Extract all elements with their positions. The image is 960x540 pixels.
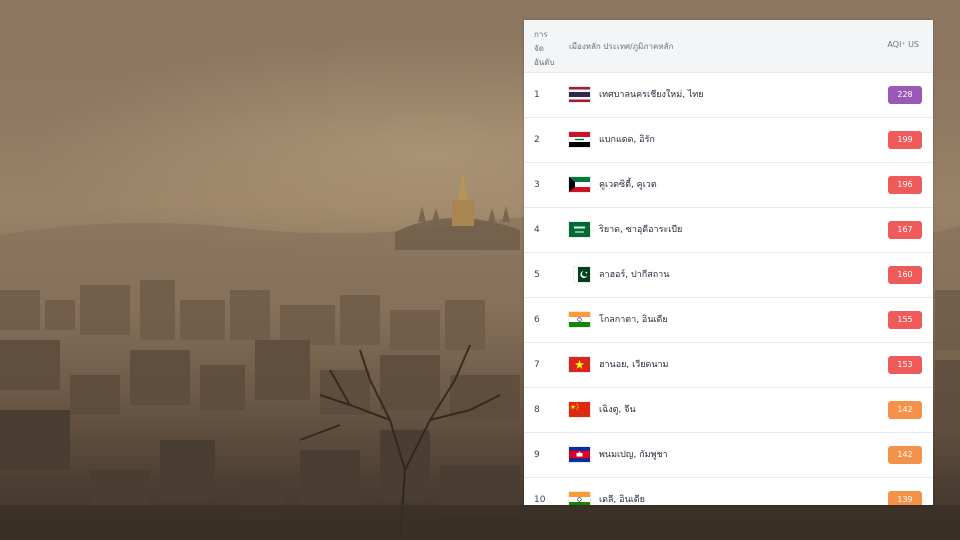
table-row[interactable]: 7 ฮานอย, เวียดนาม 153 <box>524 343 933 388</box>
table-row[interactable]: 3 คูเวตซิตี้, คูเวต 196 <box>524 163 933 208</box>
pakistan-flag-icon <box>574 267 590 282</box>
table-row[interactable]: 2 แบกแดด, อิรัก 199 <box>524 118 933 163</box>
city-link[interactable]: คูเวตซิตี้, คูเวต <box>599 163 657 207</box>
table-row[interactable]: 10 เดลี, อินเดีย 139 <box>524 478 933 505</box>
aqi-badge: 199 <box>888 131 922 149</box>
rank-number: 8 <box>534 405 540 415</box>
city-link[interactable]: ฮานอย, เวียดนาม <box>599 343 669 387</box>
aqi-badge: 155 <box>888 311 922 329</box>
city-link[interactable]: เดลี, อินเดีย <box>599 478 645 505</box>
table-row[interactable]: 8 เฉิงตู, จีน 142 <box>524 388 933 433</box>
city-link[interactable]: ลาฮอร์, ปากีสถาน <box>599 253 669 297</box>
rank-number: 1 <box>534 90 540 100</box>
kuwait-flag-icon <box>569 177 590 192</box>
aqi-badge: 153 <box>888 356 922 374</box>
table-header: การ จัด อันดับ เมืองหลัก ประเทศ/ภูมิภาคห… <box>524 20 933 73</box>
china-flag-icon <box>569 402 590 417</box>
rank-number: 4 <box>534 225 540 235</box>
aqi-badge: 228 <box>888 86 922 104</box>
table-row[interactable]: 9 พนมเปญ, กัมพูชา 142 <box>524 433 933 478</box>
rank-column-header[interactable]: การ จัด อันดับ <box>534 28 568 70</box>
aqi-badge: 160 <box>888 266 922 284</box>
rank-number: 5 <box>534 270 540 280</box>
rank-number: 2 <box>534 135 540 145</box>
india-flag-icon <box>569 492 590 505</box>
rank-number: 3 <box>534 180 540 190</box>
india-flag-icon <box>569 312 590 327</box>
aqi-badge: 142 <box>888 401 922 419</box>
city-link[interactable]: เฉิงตู, จีน <box>599 388 636 432</box>
table-row[interactable]: 5 ลาฮอร์, ปากีสถาน 160 <box>524 253 933 298</box>
city-column-header[interactable]: เมืองหลัก ประเทศ/ภูมิภาคหลัก <box>569 40 673 53</box>
city-link[interactable]: แบกแดด, อิรัก <box>599 118 655 162</box>
rank-number: 9 <box>534 450 540 460</box>
city-link[interactable]: ริยาด, ซาอุดีอาระเบีย <box>599 208 682 252</box>
city-link[interactable]: เทศบาลนครเชียงใหม่, ไทย <box>599 73 704 117</box>
aqi-badge: 139 <box>888 491 922 505</box>
thailand-flag-icon <box>569 87 590 102</box>
city-link[interactable]: โกลกาตา, อินเดีย <box>599 298 668 342</box>
cambodia-flag-icon <box>569 447 590 462</box>
aqi-badge: 142 <box>888 446 922 464</box>
saudi-arabia-flag-icon <box>569 222 590 237</box>
vietnam-flag-icon <box>569 357 590 372</box>
aqi-ranking-table: การ จัด อันดับ เมืองหลัก ประเทศ/ภูมิภาคห… <box>524 20 933 505</box>
table-row[interactable]: 4 ริยาด, ซาอุดีอาระเบีย 167 <box>524 208 933 253</box>
aqi-badge: 196 <box>888 176 922 194</box>
rank-number: 6 <box>534 315 540 325</box>
aqi-badge: 167 <box>888 221 922 239</box>
rank-number: 10 <box>534 495 546 505</box>
rank-number: 7 <box>534 360 540 370</box>
table-row[interactable]: 1 เทศบาลนครเชียงใหม่, ไทย 228 <box>524 73 933 118</box>
aqi-column-header[interactable]: AQI⁺ US <box>887 40 919 49</box>
table-row[interactable]: 6 โกลกาตา, อินเดีย 155 <box>524 298 933 343</box>
iraq-flag-icon <box>569 132 590 147</box>
city-link[interactable]: พนมเปญ, กัมพูชา <box>599 433 668 477</box>
